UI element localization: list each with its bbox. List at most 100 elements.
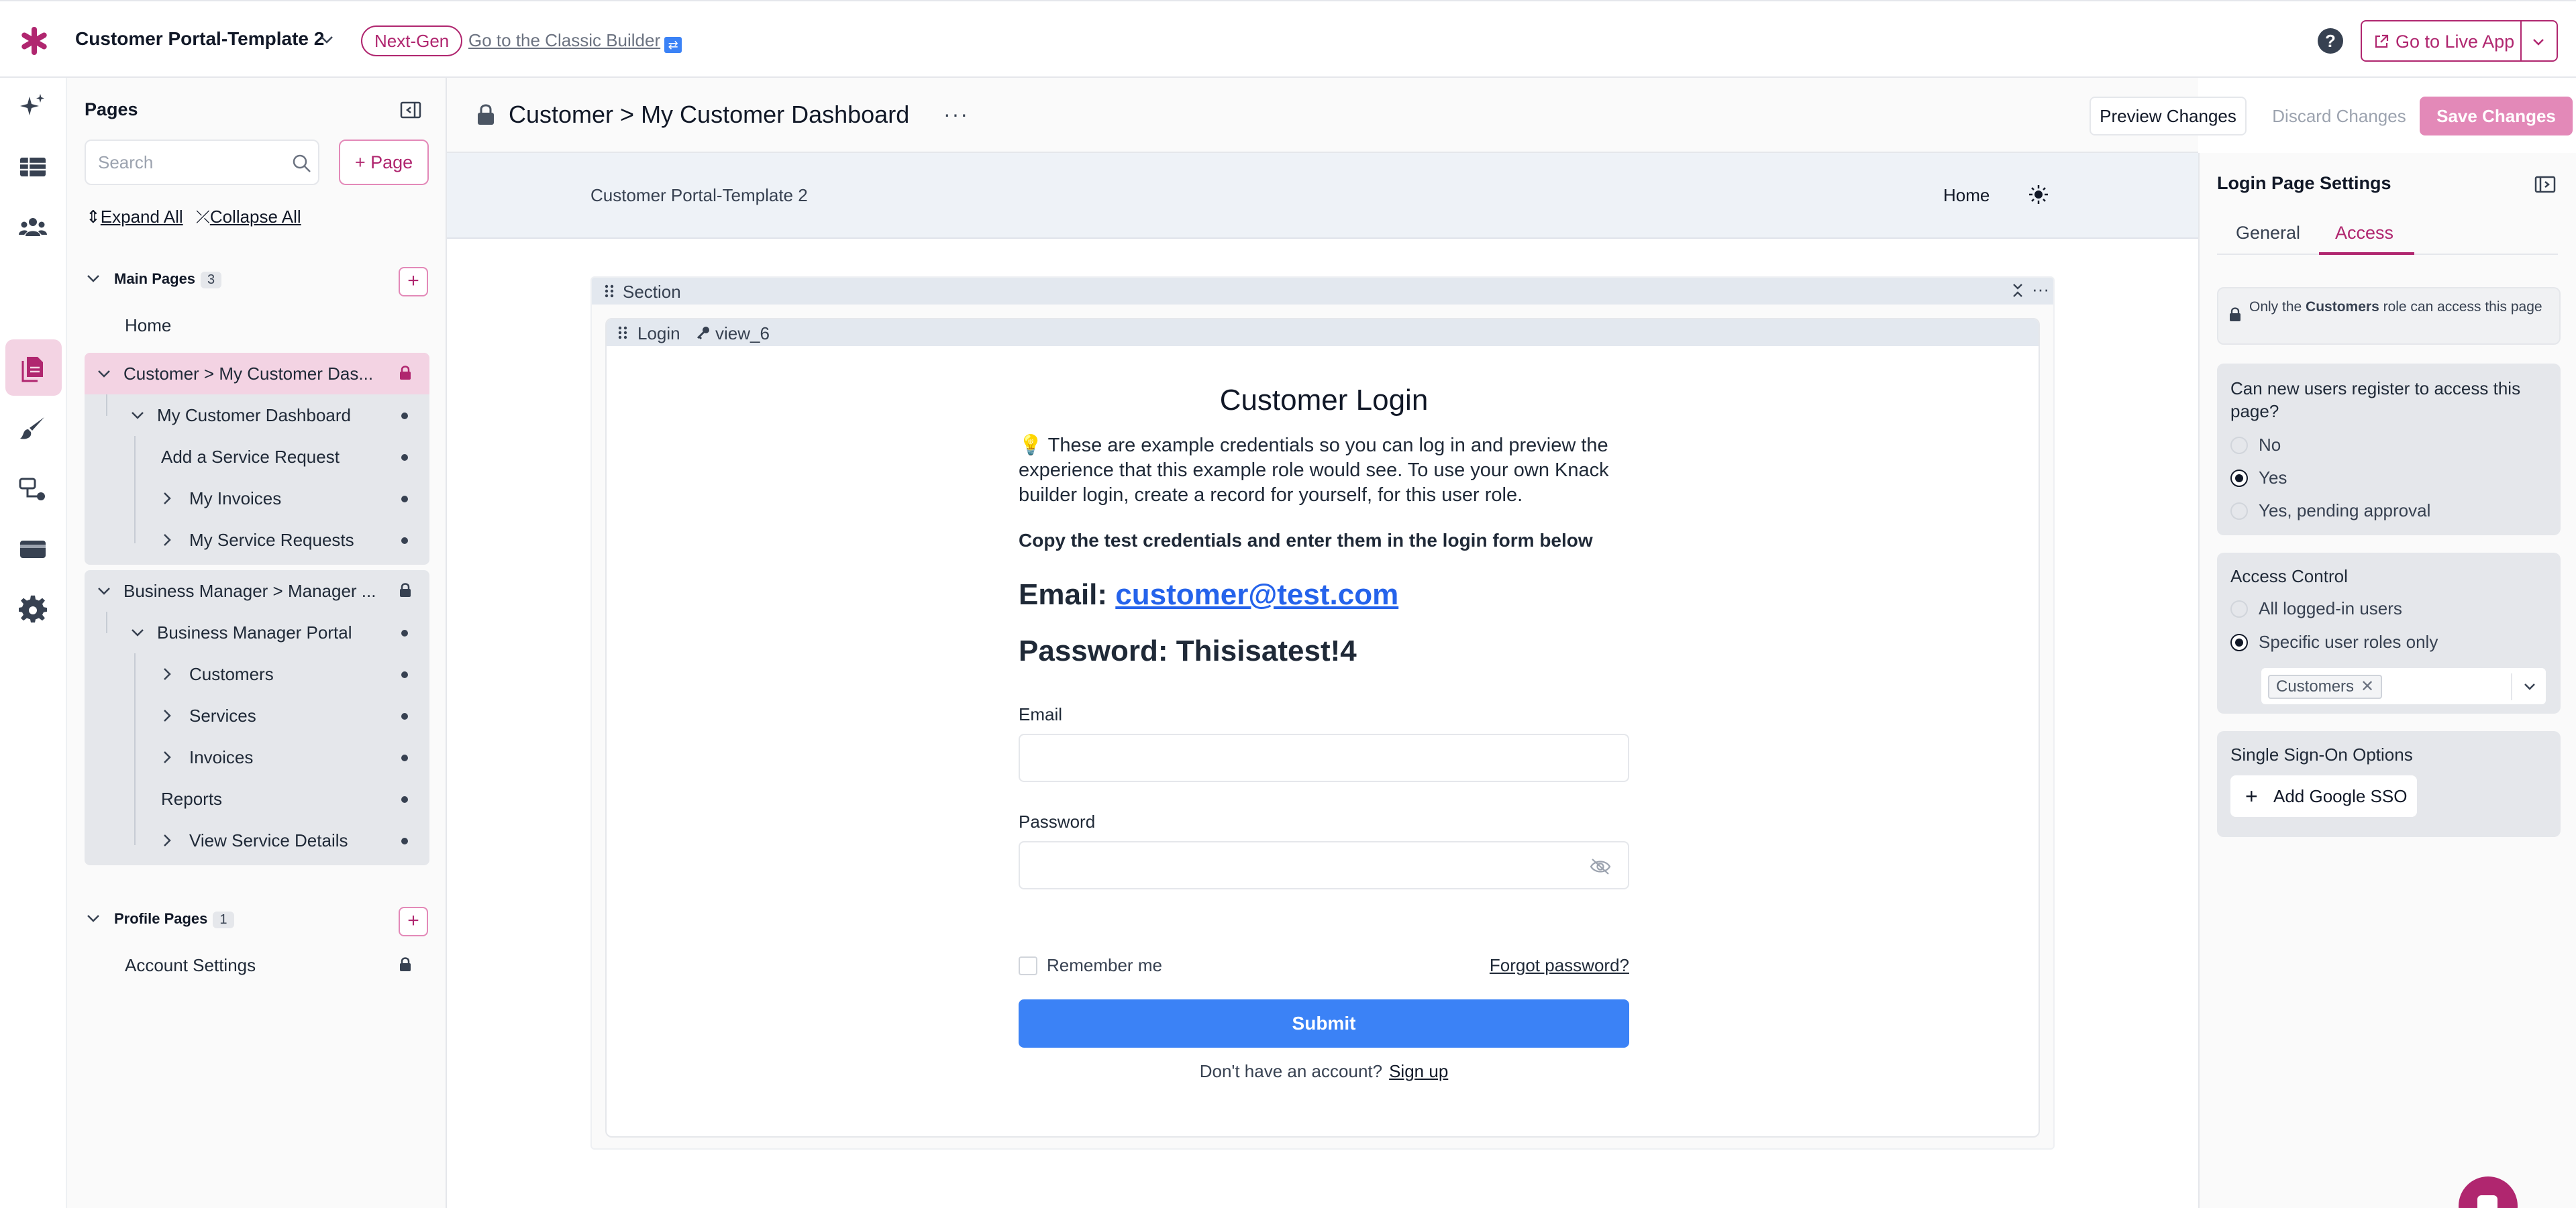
radio-label: Specific user roles only xyxy=(2259,632,2438,652)
chevron-down-icon[interactable] xyxy=(129,406,146,424)
chevron-down-icon xyxy=(87,275,99,282)
chevron-down-icon[interactable] xyxy=(2520,677,2539,696)
page-item-invoices[interactable]: Invoices xyxy=(85,736,429,778)
submit-button[interactable]: Submit xyxy=(1019,999,1629,1048)
add-main-page-button[interactable]: + xyxy=(399,267,428,296)
drag-handle-icon[interactable] xyxy=(616,325,629,341)
drag-handle-icon[interactable] xyxy=(603,283,616,299)
billing-icon[interactable] xyxy=(17,534,48,565)
classic-builder-link[interactable]: Go to the Classic Builder ⇄ xyxy=(468,30,682,53)
brush-icon[interactable] xyxy=(17,413,48,444)
radio-button[interactable] xyxy=(2230,437,2248,454)
page-item-business-manager-login[interactable]: Business Manager > Manager ... xyxy=(85,570,429,612)
sparkle-icon[interactable] xyxy=(17,91,48,122)
chevron-down-icon[interactable] xyxy=(95,582,113,600)
no-account-text: Don't have an account? xyxy=(1199,1061,1383,1081)
chevron-down-icon[interactable] xyxy=(129,624,146,641)
table-icon[interactable] xyxy=(17,152,48,182)
settings-icon[interactable] xyxy=(17,594,48,625)
more-options-icon[interactable]: ··· xyxy=(2032,279,2049,300)
chevron-right-icon[interactable] xyxy=(158,531,176,549)
chevron-down-icon[interactable] xyxy=(317,30,337,50)
chevron-right-icon[interactable] xyxy=(158,490,176,507)
sign-up-link[interactable]: Sign up xyxy=(1389,1061,1448,1081)
page-item-account-settings[interactable]: Account Settings xyxy=(85,944,429,986)
chevron-down-icon[interactable] xyxy=(2528,32,2548,52)
discard-changes-button[interactable]: Discard Changes xyxy=(2259,97,2420,135)
eye-off-icon[interactable] xyxy=(1589,857,1612,876)
expand-all-button[interactable]: ⇕Expand All xyxy=(86,207,183,227)
radio-button[interactable] xyxy=(2230,600,2248,618)
sun-icon[interactable] xyxy=(2028,184,2049,205)
more-options-icon[interactable]: ··· xyxy=(943,102,969,127)
email-input[interactable] xyxy=(1031,746,1567,773)
radio-button-selected[interactable] xyxy=(2230,470,2248,487)
collapse-panel-icon[interactable] xyxy=(2534,173,2557,196)
help-icon[interactable]: ? xyxy=(2318,28,2343,54)
knack-logo-icon[interactable] xyxy=(19,25,50,56)
radio-option-yes[interactable]: Yes xyxy=(2230,468,2287,488)
page-item-services[interactable]: Services xyxy=(85,695,429,736)
view-toolbar: Login view_6 xyxy=(607,319,2039,346)
remove-role-icon[interactable]: ✕ xyxy=(2361,677,2374,696)
email-field[interactable] xyxy=(1019,734,1629,782)
users-icon[interactable] xyxy=(17,212,48,243)
role-chip: Customers ✕ xyxy=(2268,675,2383,699)
login-view[interactable]: Login view_6 Customer Login 💡 These are … xyxy=(605,318,2040,1138)
pages-icon[interactable] xyxy=(17,353,48,384)
canvas-body: Section ··· Login view_6 Customer Login … xyxy=(447,239,2198,1208)
portal-home-link[interactable]: Home xyxy=(1943,185,1990,206)
chevron-right-icon[interactable] xyxy=(158,707,176,724)
page-item-view-service-details[interactable]: View Service Details xyxy=(85,820,429,861)
page-item-add-service-request[interactable]: Add a Service Request xyxy=(85,436,429,478)
password-input[interactable] xyxy=(1031,853,1567,880)
tab-general[interactable]: General xyxy=(2236,223,2300,243)
test-email-link[interactable]: customer@test.com xyxy=(1115,578,1398,611)
page-item-reports[interactable]: Reports xyxy=(85,778,429,820)
page-item-customers[interactable]: Customers xyxy=(85,653,429,695)
radio-option-specific-roles[interactable]: Specific user roles only xyxy=(2230,632,2438,653)
section-container[interactable]: Section ··· Login view_6 Customer Login … xyxy=(590,276,2055,1150)
switch-icon: ⇄ xyxy=(664,37,682,53)
page-search[interactable] xyxy=(85,140,319,185)
go-to-live-app-button[interactable]: Go to Live App xyxy=(2361,20,2558,62)
forgot-password-link[interactable]: Forgot password? xyxy=(1490,955,1629,976)
view-id: view_6 xyxy=(715,323,770,343)
chevron-down-icon xyxy=(87,915,99,922)
main-pages-header[interactable]: Main Pages 3 xyxy=(85,270,222,288)
radio-option-no[interactable]: No xyxy=(2230,435,2281,455)
chevron-right-icon[interactable] xyxy=(158,665,176,683)
password-field[interactable] xyxy=(1019,841,1629,889)
app-title[interactable]: Customer Portal-Template 2 xyxy=(75,28,324,50)
page-item-business-manager-portal[interactable]: Business Manager Portal xyxy=(85,612,429,653)
radio-option-all-users[interactable]: All logged-in users xyxy=(2230,598,2402,619)
preview-changes-button[interactable]: Preview Changes xyxy=(2090,97,2247,135)
page-item-my-service-requests[interactable]: My Service Requests xyxy=(85,519,429,561)
page-item-my-customer-dashboard[interactable]: My Customer Dashboard xyxy=(85,394,429,436)
radio-button-selected[interactable] xyxy=(2230,634,2248,651)
page-item-home[interactable]: Home xyxy=(85,305,429,346)
user-roles-select[interactable]: Customers ✕ xyxy=(2260,667,2547,706)
page-item-my-invoices[interactable]: My Invoices xyxy=(85,478,429,519)
collapse-panel-icon[interactable] xyxy=(399,98,423,122)
collapse-icon[interactable] xyxy=(2009,282,2026,299)
profile-pages-header[interactable]: Profile Pages 1 xyxy=(85,910,234,928)
chevron-right-icon[interactable] xyxy=(158,832,176,849)
radio-button[interactable] xyxy=(2230,502,2248,520)
remember-me-checkbox[interactable] xyxy=(1019,956,1037,975)
save-changes-button[interactable]: Save Changes xyxy=(2420,97,2573,135)
page-item-customer-login[interactable]: Customer > My Customer Das... xyxy=(85,353,429,394)
radio-option-pending[interactable]: Yes, pending approval xyxy=(2230,500,2430,521)
chevron-right-icon[interactable] xyxy=(158,749,176,766)
page-search-input[interactable] xyxy=(98,149,272,176)
add-page-button[interactable]: + Page xyxy=(339,140,429,185)
add-profile-page-button[interactable]: + xyxy=(399,907,428,936)
expand-all-label: Expand All xyxy=(100,207,183,227)
collapse-all-button[interactable]: ⤫Collapse All xyxy=(196,207,301,228)
tab-access[interactable]: Access xyxy=(2335,223,2393,243)
page-label: Reports xyxy=(161,789,223,809)
add-google-sso-button[interactable]: + Add Google SSO xyxy=(2230,775,2417,817)
flows-icon[interactable] xyxy=(17,474,48,504)
chevron-down-icon[interactable] xyxy=(95,365,113,382)
settings-tabs: General Access xyxy=(2217,215,2558,255)
